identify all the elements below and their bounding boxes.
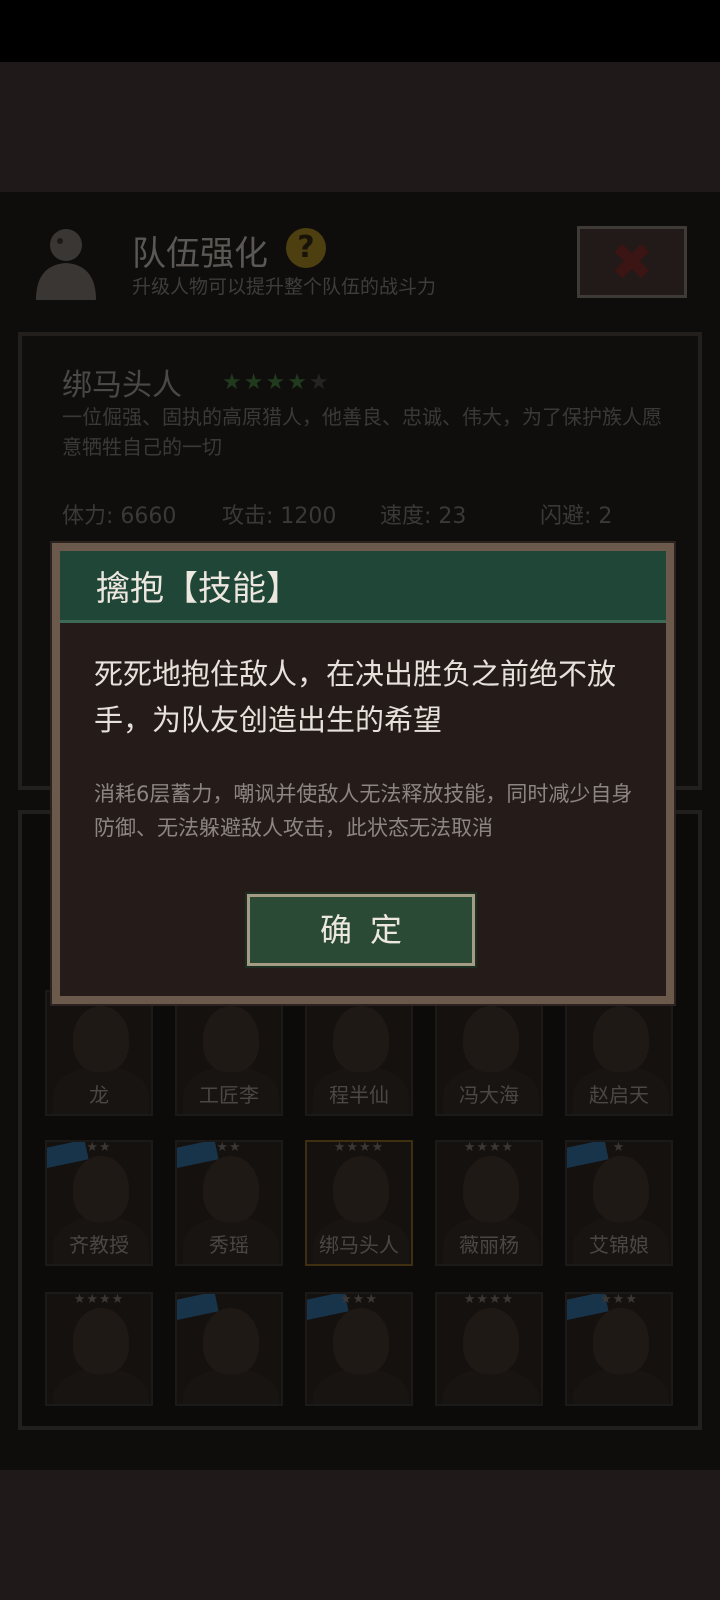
stat-hp: 体力: 6660 [62,504,177,529]
skill-dialog-header: 擒抱【技能】 [60,551,666,623]
hero-name: 绑马头人 [62,368,182,403]
character-card[interactable]: 程半仙 [305,990,413,1116]
hero-rating: ★★★★★ [222,370,331,395]
character-card[interactable]: 赵启天 [565,990,673,1116]
skill-dialog: 擒抱【技能】 死死地抱住敌人，在决出胜负之前绝不放手，为队友创造出生的希望 消耗… [52,543,674,1004]
portrait-face [463,1308,519,1374]
character-name: 艾锦娘 [589,1233,649,1257]
skill-detail-text: 消耗6层蓄力，嘲讽并使敌人无法释放技能，同时减少自身防御、无法躲避敌人攻击，此状… [94,782,633,840]
character-name: 薇丽杨 [459,1233,519,1257]
portrait-face [333,1006,389,1072]
character-card[interactable]: ★ 艾锦娘 [565,1140,673,1266]
portrait-face [73,1308,129,1374]
page-subtitle: 升级人物可以提升整个队伍的战斗力 [132,276,437,298]
player-avatar-icon [36,229,96,300]
portrait-face [333,1308,389,1374]
portrait-face [203,1006,259,1072]
portrait-face [203,1156,259,1222]
portrait-face [463,1156,519,1222]
character-name: 冯大海 [459,1083,519,1107]
character-card[interactable]: 冯大海 [435,990,543,1116]
status-bar [0,0,720,62]
character-name: 秀瑶 [209,1233,249,1257]
star-icon: ★ [265,370,288,395]
top-band [0,62,720,192]
portrait-face [333,1156,389,1222]
character-stars: ★★★★ [463,1140,515,1155]
page-title: 队伍强化 [132,234,268,274]
character-name: 龙 [89,1083,109,1107]
character-stars: ★★★ [340,1292,378,1307]
close-button[interactable]: ✖ [577,226,687,298]
star-icon: ★ [222,370,244,395]
character-card[interactable]: 龙 [45,990,153,1116]
star-icon: ★ [287,370,309,395]
help-icon[interactable]: ? [286,228,326,268]
portrait-face [73,1156,129,1222]
portrait-face [463,1006,519,1072]
bottom-band [0,1470,720,1600]
stat-dodge: 闪避: 2 [540,504,613,529]
character-card[interactable]: ★★★ [305,1292,413,1406]
portrait-face [593,1006,649,1072]
character-stars: ★★★★ [73,1292,125,1307]
character-card[interactable]: ★★★★ 薇丽杨 [435,1140,543,1266]
character-card[interactable] [175,1292,283,1406]
character-card[interactable]: ★★ 秀瑶 [175,1140,283,1266]
character-stars: ★★★ [600,1292,638,1307]
portrait-face [593,1156,649,1222]
character-name: 齐教授 [69,1233,129,1257]
skill-title: 擒抱【技能】 [96,569,300,609]
confirm-button[interactable]: 确定 [245,892,477,968]
character-stars: ★★ [216,1140,242,1155]
portrait-face [73,1006,129,1072]
portrait-face [593,1308,649,1374]
character-name: 赵启天 [589,1083,649,1107]
hero-description: 一位倔强、固执的高原猎人，他善良、忠诚、伟大，为了保护族人愿意牺牲自己的一切 [62,405,662,459]
character-stars: ★★★★ [463,1292,515,1307]
character-card[interactable]: ★★★ [565,1292,673,1406]
stat-speed: 速度: 23 [380,504,467,529]
star-icon: ★ [243,370,266,395]
character-card[interactable]: ★★★★ [45,1292,153,1406]
stat-attack: 攻击: 1200 [222,504,337,529]
character-card-selected[interactable]: ★★★★ 绑马头人 [305,1140,413,1266]
portrait-face [203,1308,259,1374]
character-card[interactable]: 工匠李 [175,990,283,1116]
character-name: 绑马头人 [319,1233,399,1257]
character-name: 工匠李 [199,1083,259,1107]
character-card[interactable]: ★★★★ [435,1292,543,1406]
character-card[interactable]: ★★ 齐教授 [45,1140,153,1266]
character-stars: ★★ [86,1140,112,1155]
character-name: 程半仙 [329,1083,389,1107]
character-stars: ★★★★ [333,1140,385,1155]
skill-main-text: 死死地抱住敌人，在决出胜负之前绝不放手，为队友创造出生的希望 [94,657,617,737]
character-stars: ★ [612,1140,626,1155]
star-empty-icon: ★ [308,370,331,395]
close-icon: ✖ [610,233,654,293]
